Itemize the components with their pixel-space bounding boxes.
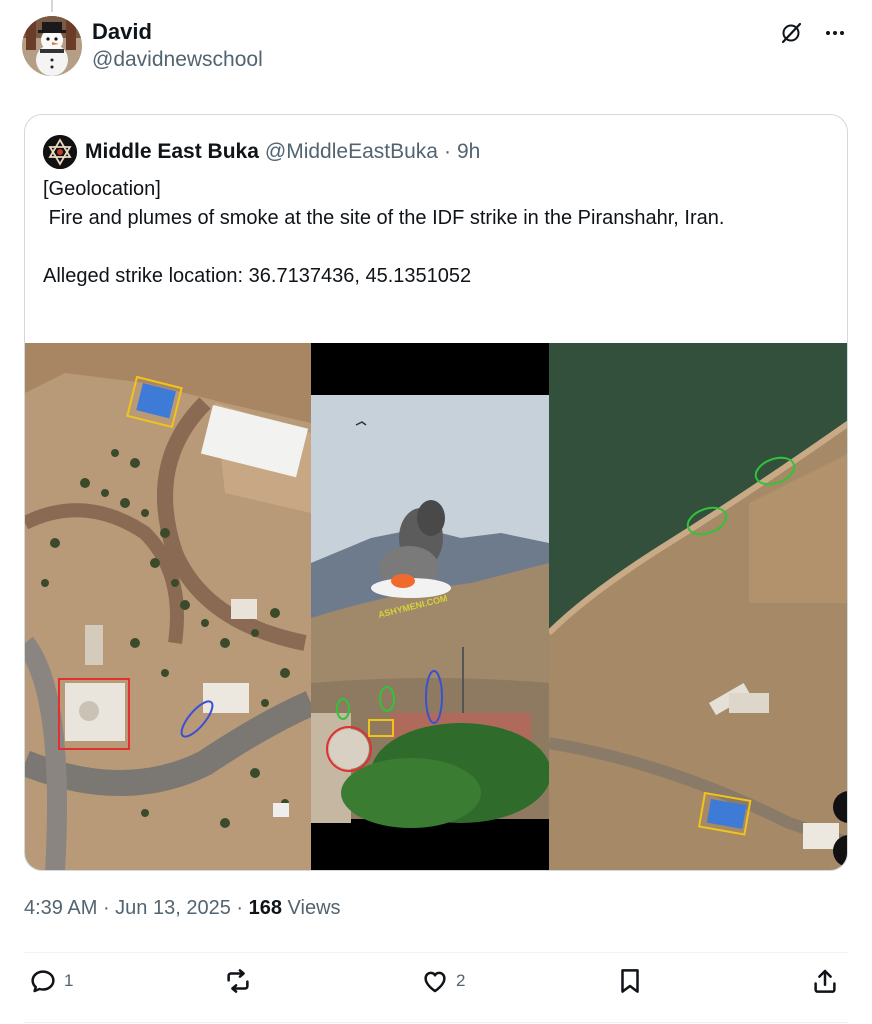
repost-button[interactable]	[223, 966, 259, 996]
meta-separator: ·	[97, 897, 116, 919]
views-count[interactable]: 168	[249, 897, 282, 919]
quoted-text-line: [Geolocation]	[43, 178, 161, 200]
satellite-image-right[interactable]	[549, 343, 847, 870]
like-button[interactable]: 2	[420, 966, 465, 996]
meta-separator: ·	[230, 897, 249, 919]
video-frame[interactable]: ASHYMENI.COM	[311, 343, 549, 870]
like-count: 2	[456, 971, 466, 990]
grok-icon[interactable]	[778, 20, 804, 46]
reply-icon	[31, 970, 55, 993]
quoted-avatar[interactable]	[43, 135, 77, 169]
snowman-avatar-icon	[22, 16, 82, 76]
divider	[24, 952, 848, 953]
reply-count: 1	[64, 971, 74, 990]
author-handle[interactable]: @davidnewschool	[92, 46, 263, 74]
satellite-image-left[interactable]	[25, 343, 311, 870]
post-time[interactable]: 4:39 AM	[24, 897, 97, 919]
bookmark-button[interactable]	[615, 966, 645, 996]
quoted-text: [Geolocation] Fire and plumes of smoke a…	[43, 175, 833, 291]
divider	[24, 1022, 848, 1023]
separator-dot: ·	[443, 140, 451, 163]
quoted-post-header: Middle East Buka @MiddleEastBuka · 9h	[43, 135, 480, 169]
post-author: David @davidnewschool	[22, 16, 263, 76]
thread-connector	[51, 0, 53, 12]
quoted-media[interactable]: ASHYMENI.COM	[25, 343, 847, 870]
author-avatar[interactable]	[22, 16, 82, 76]
quoted-timestamp[interactable]: 9h	[457, 138, 480, 166]
more-icon[interactable]	[822, 20, 848, 46]
post-date[interactable]: Jun 13, 2025	[115, 897, 231, 919]
reply-button[interactable]: 1	[28, 966, 73, 996]
quoted-text-line: Alleged strike location: 36.7137436, 45.…	[43, 265, 472, 287]
post-header-actions	[778, 20, 848, 46]
star-of-david-icon	[43, 135, 77, 169]
quoted-text-line: Fire and plumes of smoke at the site of …	[43, 207, 725, 229]
quoted-display-name[interactable]: Middle East Buka	[85, 138, 259, 166]
author-display-name[interactable]: David	[92, 18, 263, 46]
heart-icon	[424, 971, 446, 993]
post-meta: 4:39 AM · Jun 13, 2025 · 168 Views	[24, 897, 341, 920]
bookmark-icon	[621, 969, 639, 993]
share-button[interactable]	[810, 966, 840, 996]
post-actions: 1 2	[24, 966, 848, 1010]
views-label: Views	[281, 897, 341, 919]
share-icon	[814, 969, 836, 993]
quoted-post[interactable]: Middle East Buka @MiddleEastBuka · 9h [G…	[24, 114, 848, 871]
quoted-handle[interactable]: @MiddleEastBuka	[265, 138, 438, 166]
repost-icon	[227, 969, 249, 993]
